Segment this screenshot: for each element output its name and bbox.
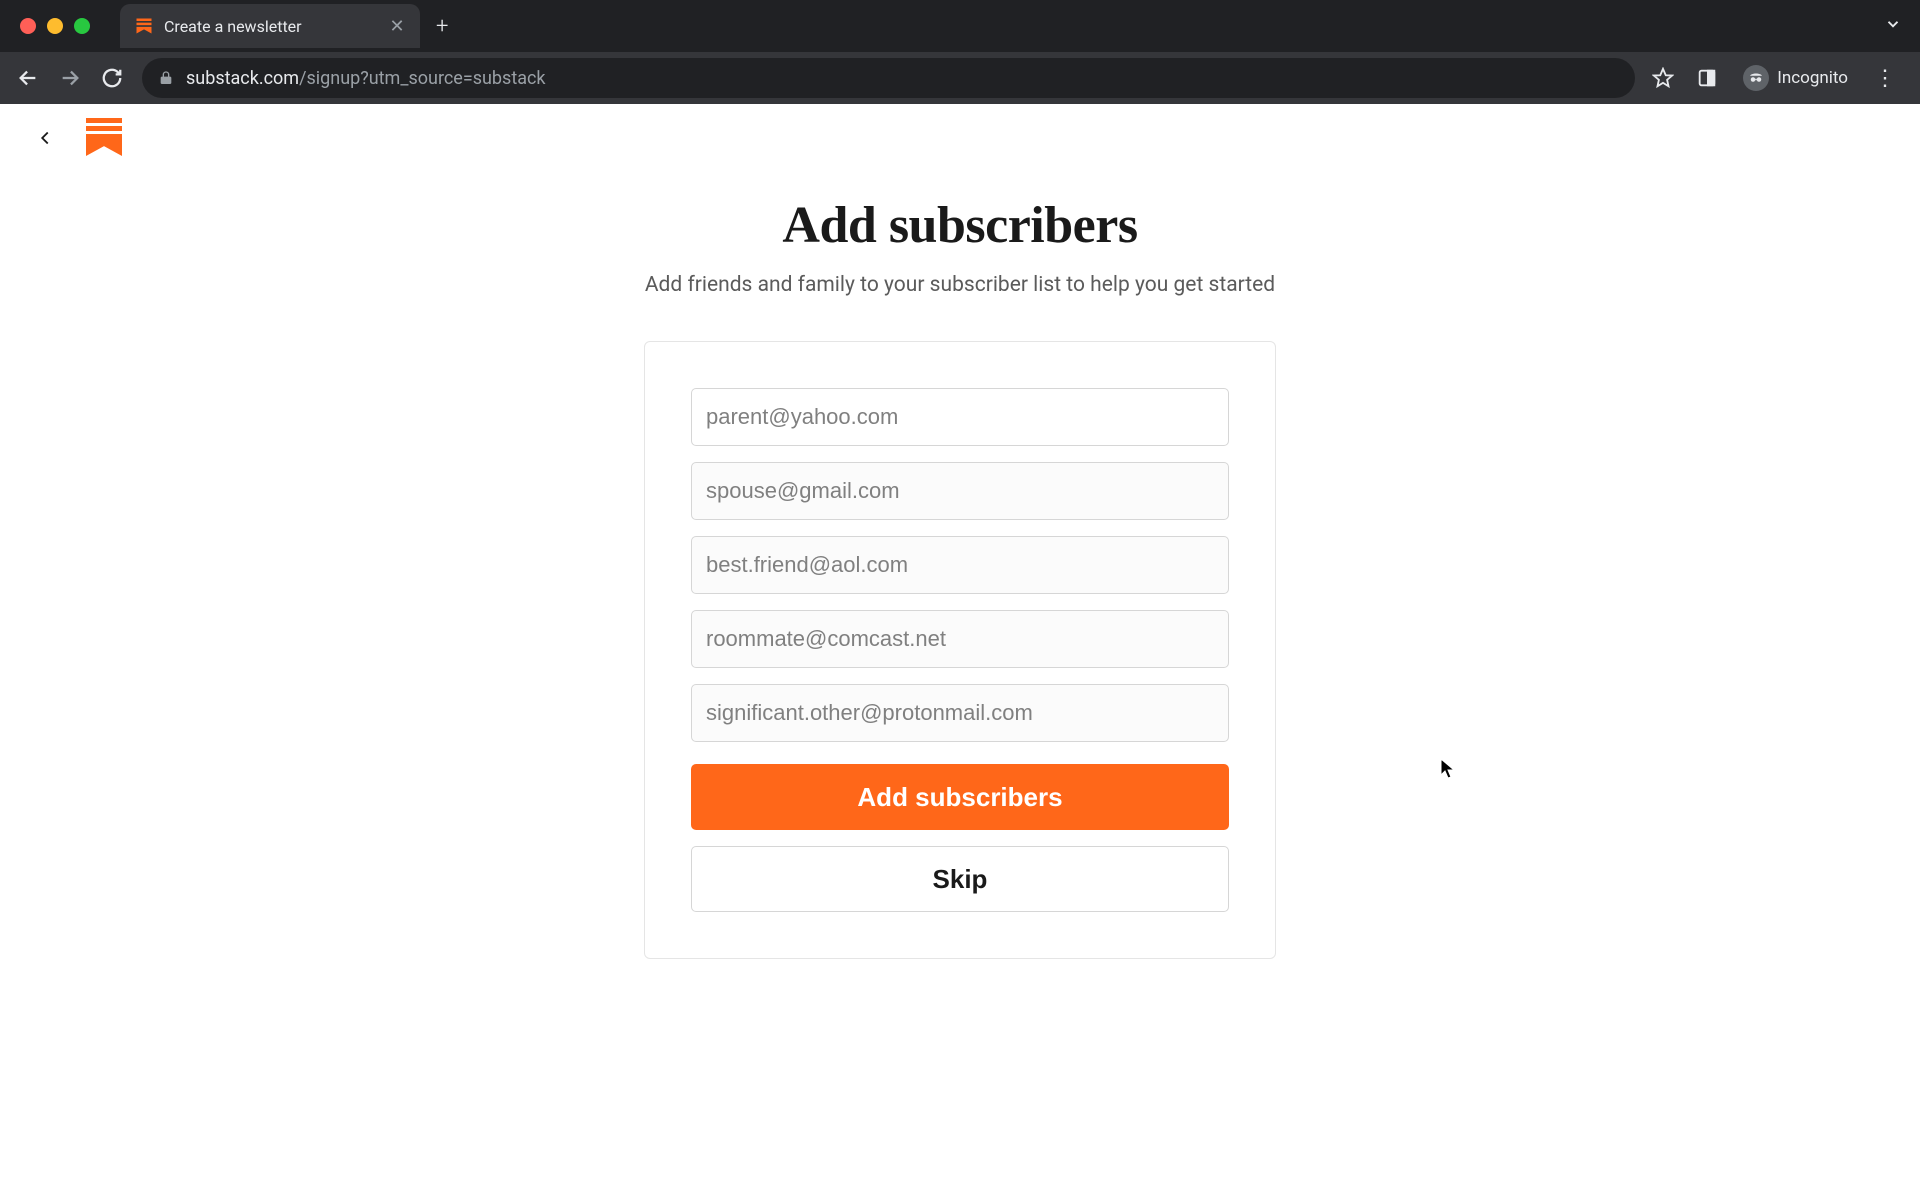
window-controls [12,18,104,34]
substack-favicon-icon [134,16,154,36]
page-title: Add subscribers [782,196,1137,255]
substack-logo-icon[interactable] [86,118,122,158]
lock-icon [158,70,174,86]
nav-reload-button[interactable] [94,60,130,96]
window-minimize-icon[interactable] [47,18,63,34]
incognito-label: Incognito [1777,68,1848,88]
nav-back-button[interactable] [10,60,46,96]
tab-strip: Create a newsletter ✕ + [0,0,1920,52]
page-subtitle: Add friends and family to your subscribe… [645,273,1275,297]
new-tab-button[interactable]: + [420,14,464,39]
window-maximize-icon[interactable] [74,18,90,34]
incognito-indicator[interactable]: Incognito [1735,61,1856,95]
main-content: Add subscribers Add friends and family t… [0,172,1920,959]
page-body: Add subscribers Add friends and family t… [0,104,1920,1200]
subscriber-form-card: Add subscribers Skip [644,341,1276,959]
address-bar[interactable]: substack.com/signup?utm_source=substack [142,58,1635,98]
url-text: substack.com/signup?utm_source=substack [186,68,546,89]
bookmark-star-icon[interactable] [1647,62,1679,94]
email-input-4[interactable] [691,610,1229,668]
browser-menu-icon[interactable]: ⋮ [1868,66,1904,91]
page-header [0,104,1920,172]
browser-chrome: Create a newsletter ✕ + substack.com/sig… [0,0,1920,104]
browser-toolbar: substack.com/signup?utm_source=substack … [0,52,1920,104]
nav-forward-button[interactable] [52,60,88,96]
email-input-1[interactable] [691,388,1229,446]
incognito-icon [1743,65,1769,91]
tab-close-icon[interactable]: ✕ [388,16,406,37]
tabs-dropdown-icon[interactable] [1884,18,1902,37]
skip-button[interactable]: Skip [691,846,1229,912]
extensions-icon[interactable] [1691,62,1723,94]
email-input-2[interactable] [691,462,1229,520]
add-subscribers-button[interactable]: Add subscribers [691,764,1229,830]
email-input-5[interactable] [691,684,1229,742]
tab-title: Create a newsletter [164,17,378,36]
page-back-button[interactable] [28,121,62,155]
browser-tab[interactable]: Create a newsletter ✕ [120,4,420,48]
email-input-3[interactable] [691,536,1229,594]
window-close-icon[interactable] [20,18,36,34]
